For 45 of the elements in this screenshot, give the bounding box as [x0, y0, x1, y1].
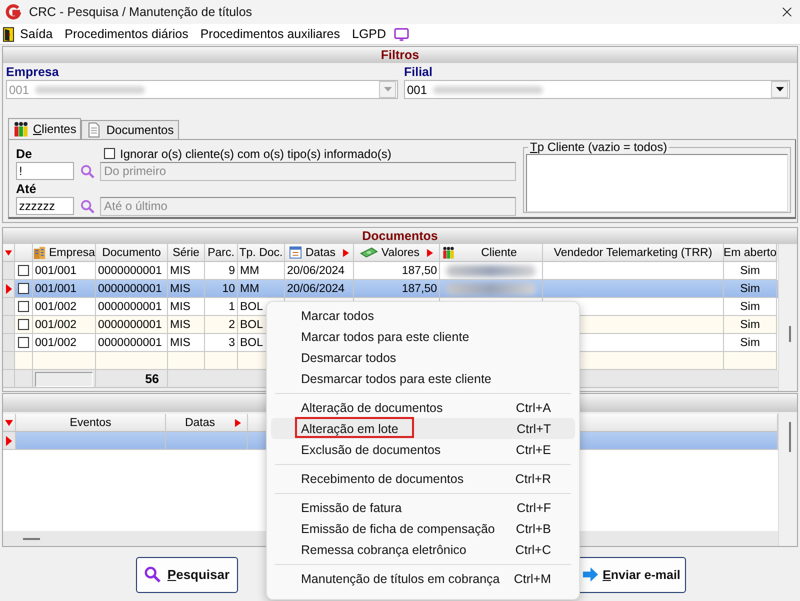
table-cell: 0000000001 [98, 282, 162, 294]
window-title: CRC - Pesquisa / Manutenção de títulos [29, 5, 252, 19]
table-cell: 0000000001 [98, 264, 162, 276]
description-field: Até o último [100, 196, 516, 216]
table-cell: MM [240, 282, 260, 294]
table-cell: 9 [228, 264, 235, 276]
table-cell: 1 [228, 300, 235, 312]
table-cell: 2 [228, 318, 235, 330]
table-cell: BOL [240, 318, 264, 330]
table-cell: 187,50 [402, 282, 437, 294]
table-cell: Sim [740, 300, 760, 312]
table-cell: 187,50 [402, 264, 437, 276]
table-cell: 20/06/2024 [287, 282, 345, 294]
table-cell: MIS [170, 318, 190, 330]
total-count: 56 [145, 372, 159, 386]
field-label: Filial [404, 65, 434, 80]
section-header: Documentos [3, 228, 797, 244]
table-cell: BOL [240, 300, 264, 312]
table-cell: MIS [170, 336, 190, 348]
table-cell: MIS [170, 264, 190, 276]
table-cell: Sim [740, 282, 760, 294]
table-cell: 0000000001 [98, 336, 162, 348]
table-cell: 001/002 [35, 318, 77, 330]
table-cell: 001/001 [35, 282, 77, 294]
table-cell: 001/001 [35, 264, 77, 276]
table-cell: Sim [740, 264, 760, 276]
table-cell: 20/06/2024 [287, 264, 345, 276]
table-cell: BOL [240, 336, 264, 348]
table-cell: Sim [740, 336, 760, 348]
field-label: Até [16, 182, 38, 196]
description-field: Do primeiro [100, 162, 516, 180]
table-cell: MIS [170, 282, 190, 294]
table-cell: 001/002 [35, 300, 77, 312]
table-cell: MIS [170, 300, 190, 312]
table-cell: 0000000001 [98, 300, 162, 312]
table-cell: 10 [222, 282, 235, 294]
field-label: Empresa [6, 65, 60, 80]
table-cell: Sim [740, 318, 760, 330]
field-label: De [16, 146, 33, 160]
table-cell: 3 [228, 336, 235, 348]
section-header: Filtros [3, 47, 797, 63]
table-cell: 001/002 [35, 336, 77, 348]
group-label: Tp Cliente (vazio = todos) [529, 140, 668, 154]
table-cell: 0000000001 [98, 318, 162, 330]
table-cell: MM [240, 264, 260, 276]
